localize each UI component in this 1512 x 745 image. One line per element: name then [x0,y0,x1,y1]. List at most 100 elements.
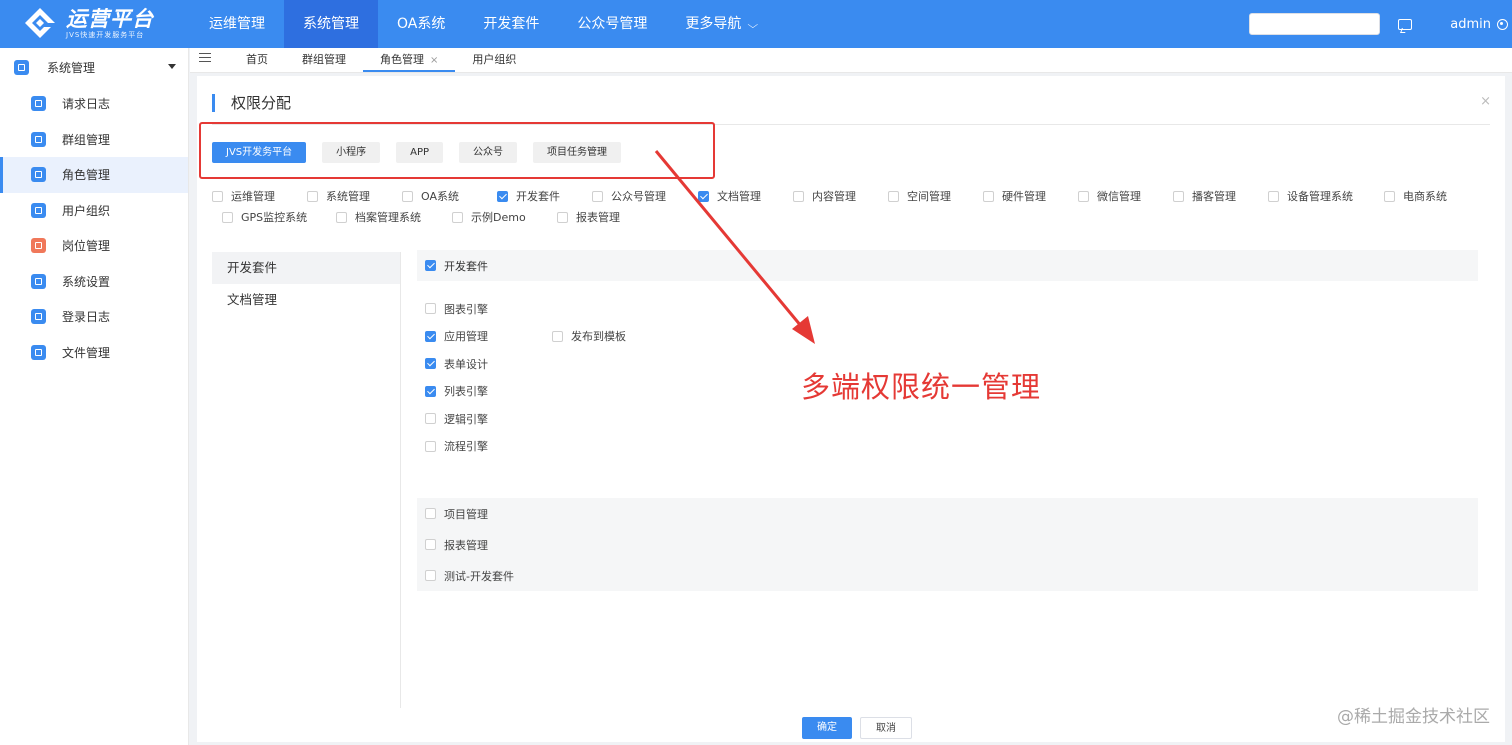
module-checkbox[interactable]: 设备管理系统 [1268,186,1384,207]
logo[interactable]: 运营平台 JVS快速开发服务平台 [0,0,190,48]
checkbox[interactable] [1173,191,1184,202]
checkbox[interactable] [425,330,436,342]
sidebar-item-user-org[interactable]: 用户组织 [0,193,188,229]
close-icon[interactable]: × [430,55,438,66]
module-checkbox[interactable]: 电商系统 [1384,186,1479,207]
sidebar-item-files[interactable]: 文件管理 [0,335,188,371]
caret-down-icon [168,64,176,69]
topnav-ops[interactable]: 运维管理 [190,0,284,48]
checkbox[interactable] [402,191,413,202]
checkbox[interactable] [425,570,436,581]
sidebar-group-system[interactable]: 系统管理 [0,48,188,86]
checkbox[interactable] [425,358,436,370]
checkbox[interactable] [425,508,436,519]
module-checkbox[interactable]: 文档管理 [698,186,793,207]
tab-groups[interactable]: 群组管理 [285,48,363,72]
checkbox[interactable] [425,539,436,550]
sidebar-item-groups[interactable]: 群组管理 [0,122,188,158]
module-checkbox[interactable]: OA系统 [402,186,497,207]
close-icon[interactable]: × [1480,94,1491,109]
checkbox[interactable] [336,212,347,223]
checkbox[interactable] [425,260,436,271]
tab-roles[interactable]: 角色管理 × [363,48,456,72]
chevron-down-icon: ⌵ [747,20,759,31]
module-checkbox[interactable]: 硬件管理 [983,186,1078,207]
logo-title: 运营平台 [66,7,154,31]
section-header[interactable]: 开发套件 [417,250,1478,281]
module-checkbox[interactable]: 报表管理 [557,207,652,228]
module-list-item[interactable]: 文档管理 [212,284,400,316]
module-checkbox[interactable]: 档案管理系统 [336,207,452,228]
confirm-button[interactable]: 确定 [802,717,852,739]
permission-item[interactable]: 应用管理 发布到模板 [417,323,1478,351]
permission-item[interactable]: 报表管理 [417,529,1478,560]
module-checkbox[interactable]: 播客管理 [1173,186,1268,207]
permission-item[interactable]: 逻辑引擎 [417,405,1478,433]
checkbox[interactable] [1078,191,1089,202]
module-checkbox[interactable]: 示例Demo [452,207,557,228]
checkbox[interactable] [552,330,563,342]
sidebar-item-login-log[interactable]: 登录日志 [0,299,188,335]
search-input[interactable] [1249,13,1381,35]
sidebar-item-roles[interactable]: 角色管理 [0,157,188,193]
permission-label: 测试-开发套件 [444,569,514,583]
permission-item[interactable]: 图表引擎 [417,295,1478,323]
checkbox[interactable] [592,191,603,202]
module-list-item[interactable]: 开发套件 [212,252,400,284]
settings-icon[interactable] [1497,18,1508,30]
checkbox[interactable] [1384,191,1395,202]
checkbox[interactable] [1268,191,1279,202]
checkbox[interactable] [497,191,508,202]
module-checkbox[interactable]: 微信管理 [1078,186,1173,207]
module-checkbox[interactable]: 运维管理 [212,186,307,207]
highlight-box [199,122,715,179]
user-name[interactable]: admin [1450,17,1491,32]
module-checkbox[interactable]: 开发套件 [497,186,592,207]
module-checkbox[interactable]: 空间管理 [888,186,983,207]
permission-item[interactable]: 流程引擎 [417,433,1478,461]
checkbox[interactable] [888,191,899,202]
top-navbar: 运营平台 JVS快速开发服务平台 运维管理 系统管理 OA系统 开发套件 公众号… [0,0,1512,48]
module-checkbox[interactable]: GPS监控系统 [212,207,336,228]
tab-home[interactable]: 首页 [229,48,285,72]
checkbox[interactable] [983,191,994,202]
group-icon [31,131,46,147]
permission-sub-item[interactable]: 发布到模板 [552,328,626,344]
checkbox[interactable] [425,413,436,425]
checkbox[interactable] [307,191,318,202]
message-icon[interactable] [1398,18,1413,30]
cancel-button[interactable]: 取消 [860,717,912,739]
topnav-devkit[interactable]: 开发套件 [464,0,558,48]
user-org-icon [31,202,46,218]
topnav-wechat[interactable]: 公众号管理 [558,0,666,48]
checkbox[interactable] [793,191,804,202]
checkbox[interactable] [557,212,568,223]
checkbox[interactable] [222,212,233,223]
checkbox[interactable] [425,440,436,452]
checkbox[interactable] [425,303,436,315]
sidebar-item-settings[interactable]: 系统设置 [0,264,188,300]
sidebar-item-request-log[interactable]: 请求日志 [0,86,188,122]
module-checkbox[interactable]: 内容管理 [793,186,888,207]
topnav-system[interactable]: 系统管理 [284,0,378,48]
permission-label: 图表引擎 [444,302,488,316]
topnav-more[interactable]: 更多导航 ⌵ [666,0,776,48]
checkbox[interactable] [425,385,436,397]
checkbox[interactable] [698,191,709,202]
menu-toggle-icon[interactable] [199,53,211,62]
permission-item[interactable]: 项目管理 [417,498,1478,529]
checkbox[interactable] [452,212,463,223]
module-list: 开发套件 文档管理 [212,252,401,708]
module-checkbox[interactable]: 公众号管理 [592,186,698,207]
module-label: OA系统 [421,190,459,203]
module-label: 档案管理系统 [355,211,421,224]
sidebar-item-label: 请求日志 [62,97,111,112]
module-checkbox[interactable]: 系统管理 [307,186,402,207]
checkbox[interactable] [212,191,223,202]
sidebar-item-positions[interactable]: 岗位管理 [0,228,188,264]
tabs-bar: 首页 群组管理 角色管理 × 用户组织 [190,48,1512,73]
permission-item[interactable]: 测试-开发套件 [417,560,1478,591]
module-label: 系统管理 [326,190,370,203]
topnav-oa[interactable]: OA系统 [378,0,464,48]
tab-user-org[interactable]: 用户组织 [455,48,533,72]
